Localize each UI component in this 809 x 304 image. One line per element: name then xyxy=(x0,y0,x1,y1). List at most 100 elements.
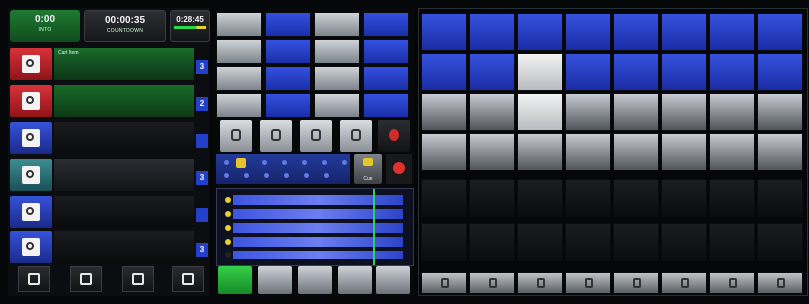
marker-icon[interactable] xyxy=(225,252,231,258)
play-button[interactable] xyxy=(10,85,52,117)
cart-cell[interactable] xyxy=(469,53,515,91)
cart-cell[interactable] xyxy=(517,13,563,51)
cart-cell[interactable] xyxy=(421,93,467,131)
cart-button[interactable] xyxy=(216,66,262,91)
page-button[interactable] xyxy=(613,272,659,294)
item-info[interactable] xyxy=(54,231,194,263)
cart-cell[interactable] xyxy=(661,93,707,131)
cart-cell[interactable] xyxy=(709,13,755,51)
hotkey-dot[interactable] xyxy=(264,173,269,178)
item-info[interactable] xyxy=(54,122,194,154)
hotkey-dot[interactable] xyxy=(304,173,309,178)
play-button[interactable] xyxy=(10,196,52,228)
play-button[interactable] xyxy=(10,122,52,154)
waveform-display[interactable] xyxy=(216,188,414,266)
cart-cell[interactable] xyxy=(661,53,707,91)
cart-button[interactable] xyxy=(314,66,360,91)
cart-cell[interactable] xyxy=(757,223,803,261)
cart-cell[interactable] xyxy=(565,133,611,171)
cart-cell[interactable] xyxy=(757,179,803,217)
cart-cell[interactable] xyxy=(565,53,611,91)
cart-cell[interactable] xyxy=(661,223,707,261)
hotkey-dot[interactable] xyxy=(282,160,287,165)
playlist-item[interactable]: Cart Item 3 xyxy=(8,46,210,81)
hotkey-dot[interactable] xyxy=(262,160,267,165)
cart-cell[interactable] xyxy=(757,133,803,171)
cart-cell[interactable] xyxy=(565,93,611,131)
cart-cell[interactable] xyxy=(517,133,563,171)
cart-cell[interactable] xyxy=(613,53,659,91)
page-button[interactable] xyxy=(709,272,755,294)
cart-cell[interactable] xyxy=(421,53,467,91)
cart-cell[interactable] xyxy=(469,179,515,217)
hotkey-dot[interactable] xyxy=(224,173,229,178)
cart-cell[interactable] xyxy=(469,223,515,261)
cart-cell[interactable] xyxy=(709,179,755,217)
playlist-item[interactable] xyxy=(8,120,210,155)
cart-cell-selected[interactable] xyxy=(517,93,563,131)
cart-cell[interactable] xyxy=(517,223,563,261)
deck-button[interactable] xyxy=(300,120,332,152)
cart-cell[interactable] xyxy=(421,133,467,171)
cart-cell[interactable] xyxy=(613,179,659,217)
cart-button[interactable] xyxy=(314,93,360,118)
cart-cell[interactable] xyxy=(757,53,803,91)
item-info[interactable] xyxy=(54,196,194,228)
record-button[interactable] xyxy=(386,154,412,184)
cart-button[interactable] xyxy=(363,93,409,118)
cart-cell-selected[interactable] xyxy=(517,53,563,91)
transport-button[interactable] xyxy=(172,266,204,292)
playhead[interactable] xyxy=(373,189,375,265)
cart-cell[interactable] xyxy=(661,133,707,171)
cart-cell[interactable] xyxy=(709,53,755,91)
cart-cell[interactable] xyxy=(613,93,659,131)
cart-cell[interactable] xyxy=(613,133,659,171)
cart-cell[interactable] xyxy=(565,13,611,51)
cart-button[interactable] xyxy=(265,39,311,64)
cart-button[interactable] xyxy=(363,66,409,91)
cart-button[interactable] xyxy=(314,12,360,37)
cart-cell[interactable] xyxy=(565,223,611,261)
hotkey-dot[interactable] xyxy=(224,160,229,165)
deck-control-button[interactable] xyxy=(258,266,292,294)
deck-control-button[interactable] xyxy=(376,266,410,294)
page-button[interactable] xyxy=(421,272,467,294)
cart-button[interactable] xyxy=(265,66,311,91)
cart-button[interactable] xyxy=(265,93,311,118)
cart-cell[interactable] xyxy=(661,13,707,51)
cart-button[interactable] xyxy=(216,93,262,118)
play-button[interactable] xyxy=(10,231,52,263)
page-button[interactable] xyxy=(757,272,803,294)
deck-button[interactable] xyxy=(260,120,292,152)
hotkey-dot[interactable] xyxy=(324,173,329,178)
cart-cell[interactable] xyxy=(469,13,515,51)
hotkey-dot[interactable] xyxy=(322,160,327,165)
cart-cell[interactable] xyxy=(565,179,611,217)
go-button[interactable] xyxy=(218,266,252,294)
item-info[interactable]: Cart Item xyxy=(54,48,194,80)
cart-button[interactable] xyxy=(216,12,262,37)
play-button[interactable] xyxy=(10,48,52,80)
cart-button[interactable] xyxy=(314,39,360,64)
page-button[interactable] xyxy=(661,272,707,294)
cart-cell[interactable] xyxy=(709,93,755,131)
deck-control-button[interactable] xyxy=(298,266,332,294)
hotkey-dot[interactable] xyxy=(244,173,249,178)
cart-cell[interactable] xyxy=(421,13,467,51)
cart-cell[interactable] xyxy=(469,133,515,171)
transport-button[interactable] xyxy=(18,266,50,292)
cue-button[interactable]: Cue xyxy=(354,154,382,184)
cart-cell[interactable] xyxy=(421,179,467,217)
item-info[interactable] xyxy=(54,85,194,117)
deck-button[interactable] xyxy=(220,120,252,152)
cart-cell[interactable] xyxy=(661,179,707,217)
hotkey-strip[interactable] xyxy=(216,154,350,184)
transport-button[interactable] xyxy=(70,266,102,292)
item-info[interactable] xyxy=(54,159,194,191)
cart-cell[interactable] xyxy=(709,223,755,261)
cart-cell[interactable] xyxy=(613,223,659,261)
cart-cell[interactable] xyxy=(613,13,659,51)
page-button[interactable] xyxy=(565,272,611,294)
transport-button[interactable] xyxy=(122,266,154,292)
cart-cell[interactable] xyxy=(757,93,803,131)
